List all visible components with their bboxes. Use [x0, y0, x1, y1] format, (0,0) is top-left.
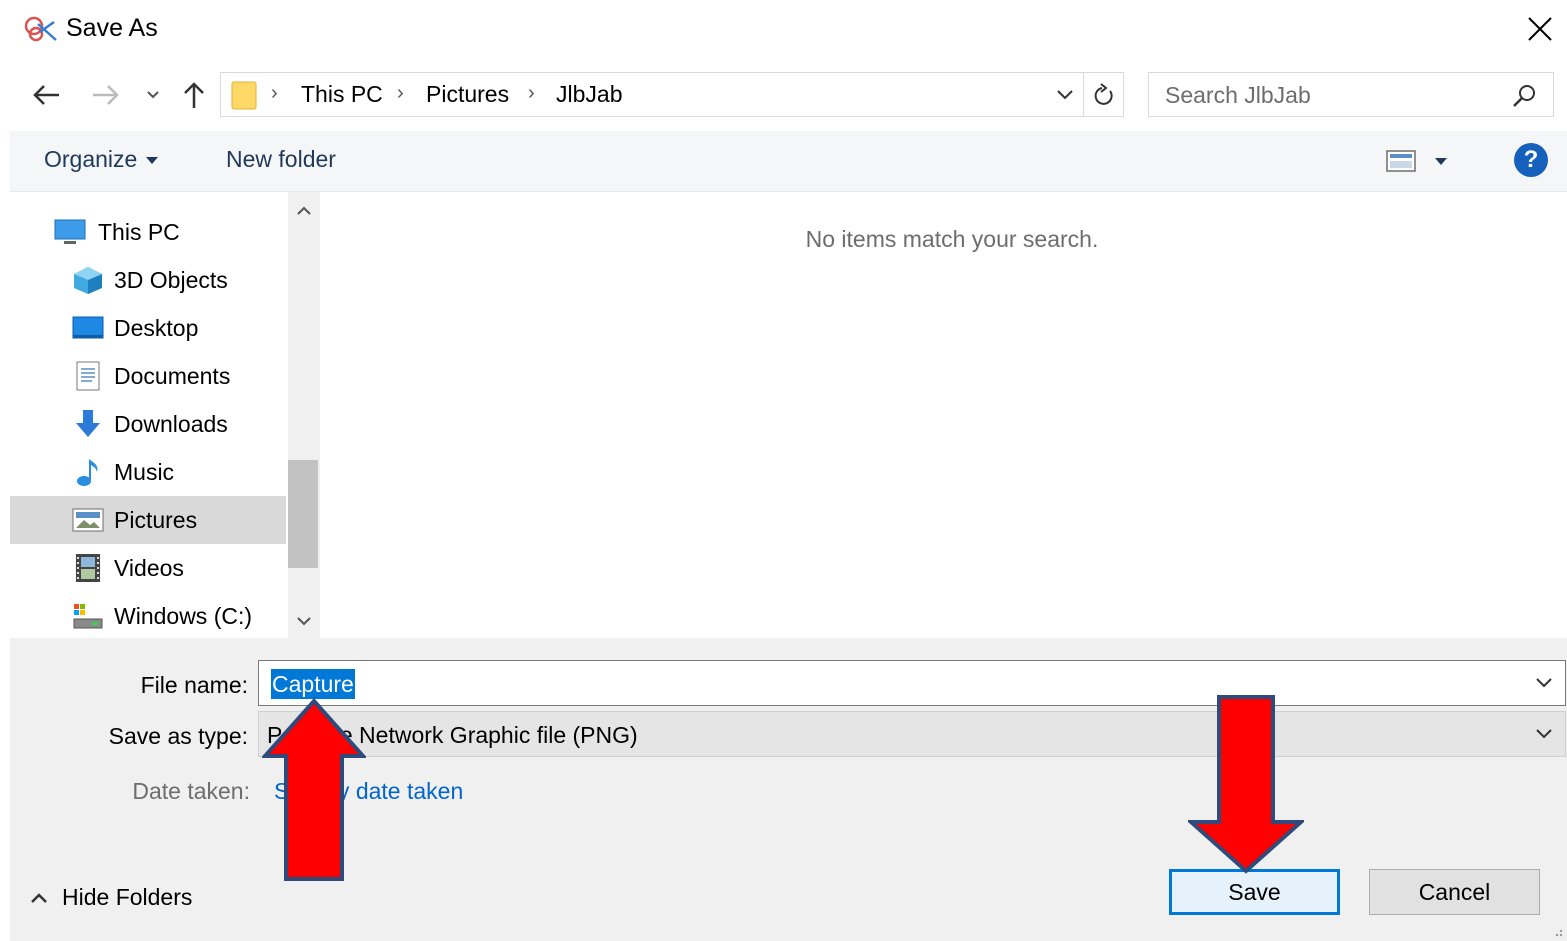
- organize-button[interactable]: Organize: [44, 146, 159, 173]
- chevron-up-icon: [31, 892, 47, 903]
- caret-down-icon: [146, 156, 159, 164]
- nav-item-label: Music: [114, 459, 175, 485]
- nav-item-label: Desktop: [114, 315, 199, 341]
- cube-icon: [74, 267, 102, 294]
- nav-item-downloads[interactable]: Downloads: [10, 400, 286, 448]
- nav-item-label: This PC: [98, 219, 180, 245]
- nav-item-label: 3D Objects: [114, 267, 228, 293]
- arrow-left-icon: [33, 85, 59, 105]
- search-icon[interactable]: [1509, 81, 1539, 111]
- organize-label: Organize: [44, 146, 138, 172]
- search-box[interactable]: [1148, 72, 1554, 117]
- close-icon: [1528, 17, 1552, 41]
- nav-item-this-pc[interactable]: This PC: [10, 208, 286, 256]
- save-type-dropdown-button[interactable]: [1527, 712, 1561, 756]
- caret-down-icon: [1435, 158, 1447, 165]
- file-list-pane[interactable]: No items match your search.: [322, 192, 1567, 638]
- chevron-down-icon: [147, 91, 159, 99]
- command-toolbar: Organize New folder ?: [10, 131, 1567, 192]
- computer-icon: [54, 219, 86, 244]
- nav-item-label: Pictures: [114, 507, 198, 533]
- hide-folders-button[interactable]: Hide Folders: [30, 884, 192, 911]
- chevron-down-icon: [1536, 678, 1552, 688]
- desktop-icon: [72, 316, 104, 339]
- chevron-down-icon: [297, 617, 311, 626]
- document-icon: [76, 361, 100, 391]
- chevron-up-icon: [297, 206, 311, 215]
- nav-item-documents[interactable]: Documents: [10, 352, 286, 400]
- specify-date-taken-link[interactable]: Specify date taken: [274, 778, 463, 805]
- title-bar: [0, 0, 1567, 62]
- scrollbar-thumb[interactable]: [288, 460, 318, 568]
- address-dropdown-button[interactable]: [1047, 73, 1083, 116]
- download-arrow-icon: [76, 410, 100, 437]
- change-view-button[interactable]: [1386, 145, 1466, 177]
- new-folder-button[interactable]: New folder: [226, 146, 336, 173]
- chevron-down-icon: [1536, 729, 1552, 739]
- breadcrumb-jlbjab[interactable]: JlbJab: [556, 81, 622, 108]
- hide-folders-label: Hide Folders: [62, 884, 193, 910]
- arrow-right-icon: [93, 85, 119, 105]
- close-button[interactable]: [1518, 6, 1562, 52]
- navigation-pane: This PC 3D Objects Desktop Documents Dow…: [10, 192, 288, 638]
- nav-item-label: Documents: [114, 363, 231, 389]
- save-button[interactable]: Save: [1169, 869, 1340, 915]
- help-button[interactable]: ?: [1514, 143, 1548, 177]
- nav-item-videos[interactable]: Videos: [10, 544, 286, 592]
- refresh-icon: [1094, 82, 1113, 105]
- file-name-field[interactable]: Capture: [258, 660, 1566, 706]
- nav-item-music[interactable]: Music: [10, 448, 286, 496]
- music-note-icon: [77, 459, 98, 486]
- breadcrumb-separator: ›: [271, 82, 278, 104]
- refresh-button[interactable]: [1083, 73, 1123, 116]
- nav-item-desktop[interactable]: Desktop: [10, 304, 286, 352]
- up-button[interactable]: [172, 72, 216, 118]
- breadcrumb-separator: ›: [528, 82, 535, 104]
- arrow-up-icon: [184, 82, 204, 108]
- chevron-down-icon: [1057, 89, 1073, 99]
- search-input[interactable]: [1165, 81, 1505, 109]
- scroll-up-button[interactable]: [288, 196, 320, 226]
- scroll-down-button[interactable]: [288, 606, 320, 636]
- file-name-input[interactable]: Capture: [271, 669, 355, 699]
- address-bar[interactable]: › This PC › Pictures › JlbJab: [220, 72, 1124, 117]
- film-icon: [76, 554, 100, 582]
- empty-message: No items match your search.: [805, 226, 1099, 252]
- breadcrumb-pictures[interactable]: Pictures: [426, 81, 509, 108]
- forward-button[interactable]: [82, 72, 130, 118]
- recent-locations-button[interactable]: [138, 72, 168, 118]
- save-type-select[interactable]: Portable Network Graphic file (PNG): [258, 711, 1566, 757]
- drive-icon: [73, 604, 103, 629]
- breadcrumb-this-pc[interactable]: This PC: [301, 81, 383, 108]
- nav-item-label: Downloads: [114, 411, 228, 437]
- breadcrumb-separator: ›: [397, 82, 404, 104]
- folder-icon: [231, 81, 257, 110]
- nav-item-pictures[interactable]: Pictures: [10, 496, 286, 544]
- navigation-scrollbar[interactable]: [288, 192, 320, 638]
- save-type-value: Portable Network Graphic file (PNG): [267, 722, 638, 748]
- back-button[interactable]: [22, 72, 70, 118]
- cancel-button[interactable]: Cancel: [1369, 869, 1540, 915]
- view-preview-icon: [1386, 150, 1416, 172]
- snipping-tool-icon: [24, 16, 57, 42]
- nav-item-label: Videos: [114, 555, 184, 581]
- nav-item-windows-c[interactable]: Windows (C:): [10, 592, 286, 640]
- save-type-label: Save as type:: [108, 723, 248, 749]
- file-name-label: File name:: [140, 672, 248, 698]
- resize-grip-icon[interactable]: [1548, 922, 1564, 938]
- nav-item-3d-objects[interactable]: 3D Objects: [10, 256, 286, 304]
- date-taken-label: Date taken:: [132, 778, 250, 804]
- pictures-icon: [72, 508, 104, 532]
- file-name-dropdown-button[interactable]: [1527, 661, 1561, 705]
- window-title: Save As: [66, 14, 158, 42]
- nav-item-label: Windows (C:): [114, 603, 253, 629]
